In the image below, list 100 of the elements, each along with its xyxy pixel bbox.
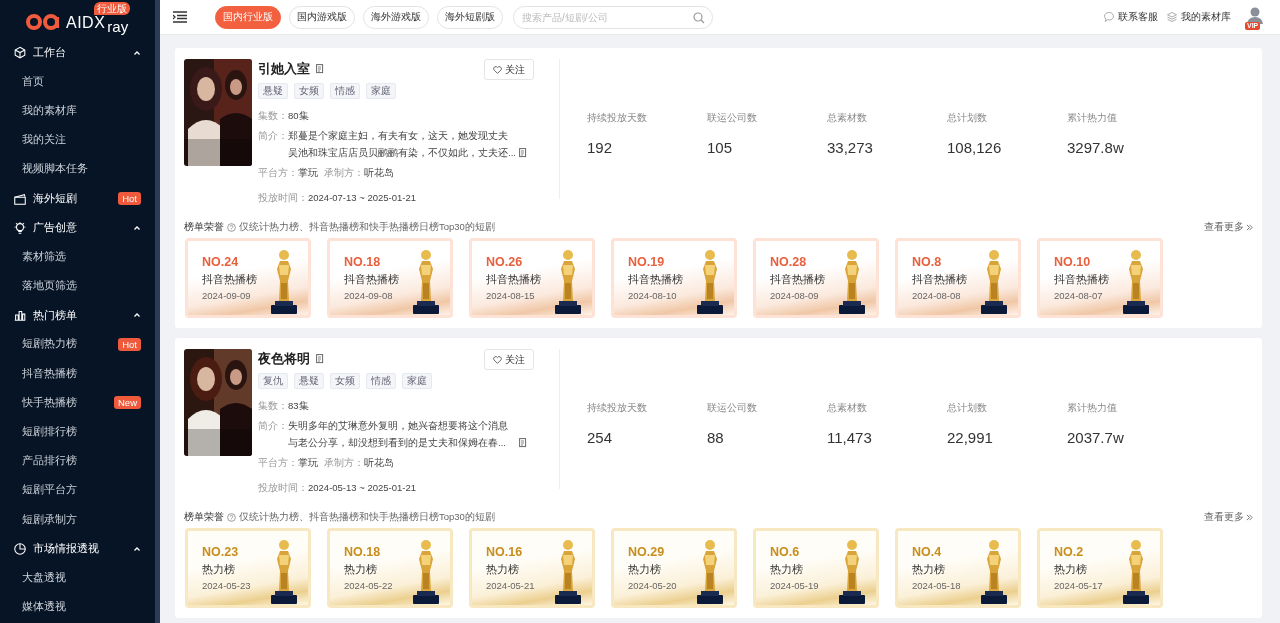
award-card[interactable]: NO.29 热力榜 2024-05-20 [611, 528, 737, 608]
award-card[interactable]: NO.24 抖音热播榜 2024-09-09 [185, 238, 311, 318]
chat-bubble-icon [1103, 11, 1115, 23]
chart-name: 抖音热播榜 [628, 272, 684, 287]
award-date: 2024-09-08 [344, 290, 394, 301]
drama-title[interactable]: 夜色将明 [258, 350, 310, 368]
menu-icon[interactable] [173, 11, 187, 23]
header-link[interactable]: 联系客服 [1118, 10, 1158, 24]
field-value: 掌玩 [298, 457, 318, 469]
stat-label: 总素材数 [827, 401, 868, 415]
award-card[interactable]: NO.2 热力榜 2024-05-17 [1037, 528, 1163, 608]
award-card[interactable]: NO.28 抖音热播榜 2024-08-09 [753, 238, 879, 318]
follow-button[interactable]: 关注 [484, 59, 534, 80]
field-value: 83集 [288, 400, 309, 412]
synopsis-text: 郑蔓是个家庭主妇，有夫有女，这天，她发现丈夫吴池和珠宝店店员贝鹂鹂有染，不仅如此，丈夫还... [288, 129, 517, 160]
award-date: 2024-05-20 [628, 580, 678, 591]
award-card[interactable]: NO.4 热力榜 2024-05-18 [895, 528, 1021, 608]
nav-item[interactable]: 媒体透视 [0, 592, 155, 622]
field-label: 简介： [258, 129, 288, 143]
nav-item[interactable]: 短剧热力榜 Hot [0, 329, 155, 360]
stat-value: 105 [707, 139, 734, 156]
stat-value: 254 [587, 429, 614, 446]
award-card[interactable]: NO.18 热力榜 2024-05-22 [327, 528, 453, 608]
award-card[interactable]: NO.26 抖音热播榜 2024-08-15 [469, 238, 595, 318]
field-value: 听花岛 [364, 167, 394, 179]
edition-tab[interactable]: 国内游戏版 [289, 5, 355, 29]
award-date: 2024-08-07 [1054, 290, 1104, 301]
field-label: 承制方： [324, 167, 364, 179]
nav-item[interactable]: 落地页筛选 [0, 271, 155, 301]
section-title: 榜单荣誉 [184, 510, 224, 524]
award-date: 2024-08-10 [628, 290, 678, 301]
copy-icon[interactable] [316, 64, 325, 74]
nav-group[interactable]: 热门榜单 [0, 300, 155, 330]
edition-tab[interactable]: 海外短剧版 [437, 5, 503, 29]
view-more-link[interactable]: 查看更多 [1204, 510, 1244, 524]
rank-number: NO.26 [486, 255, 524, 269]
nav-item[interactable]: 首页 [0, 67, 155, 97]
stat-value: 88 [707, 429, 725, 446]
nav-item[interactable]: 快手热播榜 New [0, 388, 155, 418]
brand-name: AIDX [66, 15, 106, 31]
genre-tag: 家庭 [366, 83, 396, 99]
rank-number: NO.8 [912, 255, 943, 269]
award-card[interactable]: NO.8 抖音热播榜 2024-08-08 [895, 238, 1021, 318]
nav-item[interactable]: 短剧排行榜 [0, 417, 155, 447]
nav-item[interactable]: 我的素材库 [0, 96, 155, 126]
edition-tab[interactable]: 海外游戏版 [363, 5, 429, 29]
chart-name: 热力榜 [202, 562, 236, 577]
genre-tag: 悬疑 [294, 373, 324, 389]
field-label: 平台方： [258, 457, 298, 469]
rank-number: NO.28 [770, 255, 808, 269]
award-card[interactable]: NO.19 抖音热播榜 2024-08-10 [611, 238, 737, 318]
nav-badge: Hot [118, 192, 141, 206]
copy-icon[interactable] [316, 354, 325, 364]
nav-item[interactable]: 抖音热播榜 [0, 359, 155, 389]
nav-item[interactable]: 我的关注 [0, 125, 155, 155]
award-date: 2024-08-09 [770, 290, 820, 301]
stat-label: 联运公司数 [707, 111, 758, 125]
stat-label: 总计划数 [947, 111, 988, 125]
nav-item[interactable]: 短剧承制方 [0, 505, 155, 535]
nav-item[interactable]: 产品排行榜 [0, 446, 155, 476]
rank-number: NO.6 [770, 545, 801, 559]
rank-number: NO.29 [628, 545, 666, 559]
nav-item[interactable]: 素材筛选 [0, 242, 155, 272]
nav-group[interactable]: 广告创意 [0, 213, 155, 243]
nav-group[interactable]: 市场情报透视 [0, 534, 155, 564]
follow-button[interactable]: 关注 [484, 349, 534, 370]
nav-item[interactable]: 大盘透视 [0, 563, 155, 593]
award-date: 2024-09-09 [202, 290, 252, 301]
help-icon [227, 222, 236, 232]
section-note: 仅统计热力榜、抖音热播榜和快手热播榜日榜Top30的短剧 [239, 510, 495, 524]
award-card[interactable]: NO.10 抖音热播榜 2024-08-07 [1037, 238, 1163, 318]
field-value: 听花岛 [364, 457, 394, 469]
stat-value: 2037.7w [1067, 429, 1125, 446]
award-card[interactable]: NO.18 抖音热播榜 2024-09-08 [327, 238, 453, 318]
field-label: 集数： [258, 110, 288, 122]
chart-name: 抖音热播榜 [912, 272, 968, 287]
stat-label: 联运公司数 [707, 401, 758, 415]
nav-item[interactable]: 海外短剧 Hot [0, 183, 155, 214]
copy-icon[interactable] [519, 148, 528, 158]
genre-tag: 情感 [330, 83, 360, 99]
view-more-link[interactable]: 查看更多 [1204, 220, 1244, 234]
drama-title[interactable]: 引她入室 [258, 60, 310, 78]
award-card[interactable]: NO.6 热力榜 2024-05-19 [753, 528, 879, 608]
double-chevron-icon[interactable] [1246, 223, 1253, 231]
rank-number: NO.23 [202, 545, 240, 559]
nav-item[interactable]: 短剧平台方 [0, 475, 155, 505]
nav-group[interactable]: 工作台 [0, 38, 155, 68]
award-card[interactable]: NO.16 热力榜 2024-05-21 [469, 528, 595, 608]
header-link[interactable]: 我的素材库 [1181, 10, 1231, 24]
avatar-icon[interactable] [1245, 6, 1265, 24]
stat-value: 3297.8w [1067, 139, 1125, 156]
copy-icon[interactable] [519, 438, 528, 448]
rank-number: NO.4 [912, 545, 943, 559]
double-chevron-icon[interactable] [1246, 513, 1253, 521]
rank-number: NO.16 [486, 545, 524, 559]
rank-number: NO.10 [1054, 255, 1092, 269]
rank-number: NO.24 [202, 255, 240, 269]
award-card[interactable]: NO.23 热力榜 2024-05-23 [185, 528, 311, 608]
nav-item[interactable]: 视频脚本任务 [0, 154, 155, 184]
stat-value: 11,473 [827, 429, 873, 446]
